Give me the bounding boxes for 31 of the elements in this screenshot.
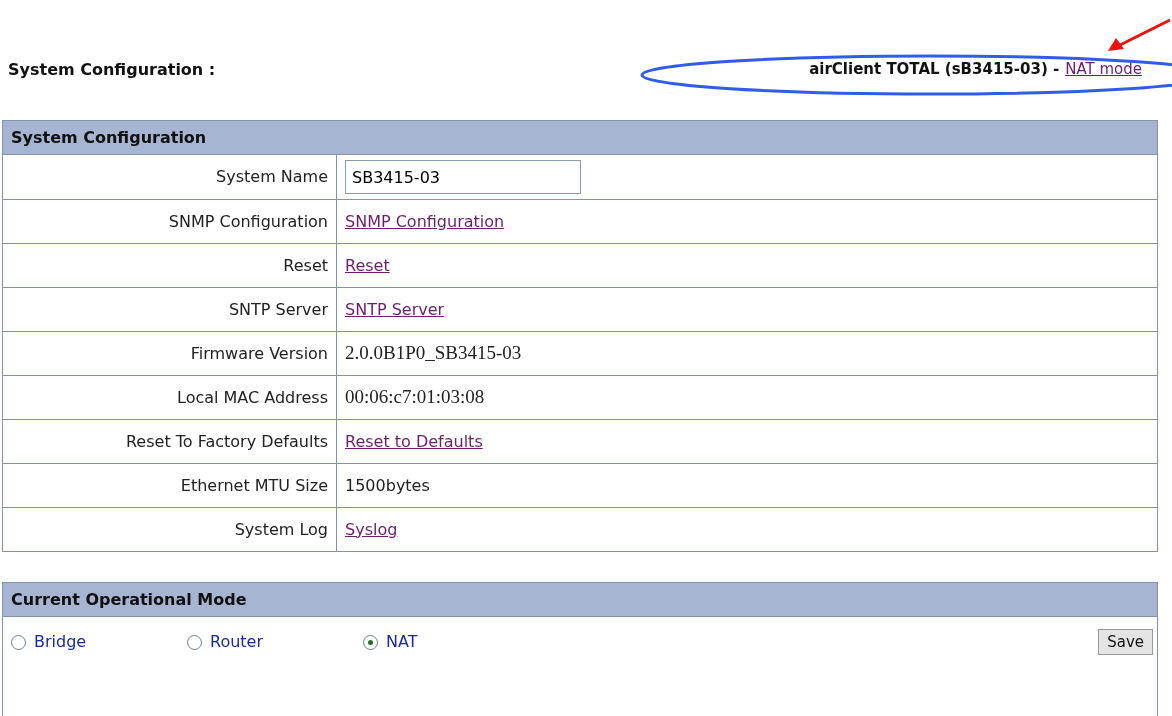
row-label: Reset <box>283 254 328 277</box>
row-label: Firmware Version <box>190 342 328 365</box>
device-label: airClient TOTAL (sB3415-03) - <box>809 58 1060 80</box>
panel-title: System Configuration <box>11 126 207 149</box>
value-text: 1500bytes <box>345 474 430 497</box>
link[interactable]: Reset to Defaults <box>345 429 483 454</box>
link[interactable]: SNTP Server <box>345 297 445 322</box>
radio-label: Router <box>210 631 264 653</box>
radio-label: NAT <box>386 631 418 653</box>
panel-title: Current Operational Mode <box>11 588 247 611</box>
link[interactable]: Syslog <box>345 517 398 542</box>
save-button[interactable]: Save <box>1098 629 1153 655</box>
mode-link[interactable]: NAT mode <box>1065 57 1142 80</box>
row-label: SNTP Server <box>228 298 328 321</box>
row-label: System Name <box>216 166 328 188</box>
value-text: 00:06:c7:01:03:08 <box>345 385 485 410</box>
row-label: System Log <box>234 518 328 541</box>
link[interactable]: Reset <box>345 253 390 278</box>
radio-button[interactable] <box>11 634 26 650</box>
radio-button[interactable] <box>187 634 202 650</box>
page-title: System Configuration : <box>7 59 216 81</box>
row-label: SNMP Configuration <box>168 210 328 233</box>
arrow-icon <box>1106 18 1172 52</box>
row-label: Ethernet MTU Size <box>180 474 328 497</box>
row-label: Local MAC Address <box>177 386 328 409</box>
value-text: 2.0.0B1P0_SB3415-03 <box>345 341 522 366</box>
radio-label: Bridge <box>34 631 87 653</box>
row-label: Reset To Factory Defaults <box>125 430 328 453</box>
system-name-field[interactable]: SB3415-03 <box>345 160 581 194</box>
radio-button[interactable] <box>363 634 378 650</box>
link[interactable]: SNMP Configuration <box>345 209 505 234</box>
